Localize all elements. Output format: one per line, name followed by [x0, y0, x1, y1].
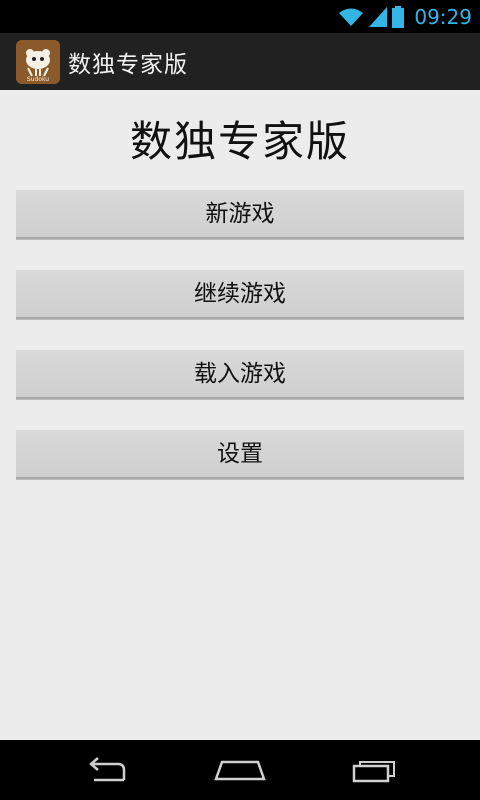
settings-button[interactable]: 设置 [16, 430, 464, 479]
main-content: 数独专家版 新游戏 继续游戏 载入游戏 设置 [0, 90, 480, 740]
load-game-button[interactable]: 载入游戏 [16, 350, 464, 399]
recent-apps-icon [352, 761, 395, 783]
new-game-button[interactable]: 新游戏 [16, 190, 464, 239]
status-time: 09:29 [414, 4, 472, 29]
back-icon [89, 757, 126, 782]
signal-icon [368, 6, 388, 28]
recent-apps-button[interactable] [325, 740, 425, 800]
action-bar: Sudoku 数独专家版 [0, 33, 480, 90]
status-indicators: 09:29 [338, 0, 472, 33]
continue-game-button[interactable]: 继续游戏 [16, 270, 464, 319]
back-button[interactable] [57, 740, 157, 800]
wifi-icon [338, 7, 364, 27]
navigation-bar [0, 740, 480, 800]
status-bar: 09:29 [0, 0, 480, 33]
battery-icon [392, 5, 405, 28]
sudoku-app-icon[interactable]: Sudoku [16, 39, 60, 84]
page-title: 数独专家版 [129, 117, 350, 166]
home-icon [214, 760, 266, 781]
home-button[interactable] [190, 740, 290, 800]
action-bar-title: 数独专家版 [68, 51, 188, 78]
app-icon-text: Sudoku [27, 76, 49, 83]
